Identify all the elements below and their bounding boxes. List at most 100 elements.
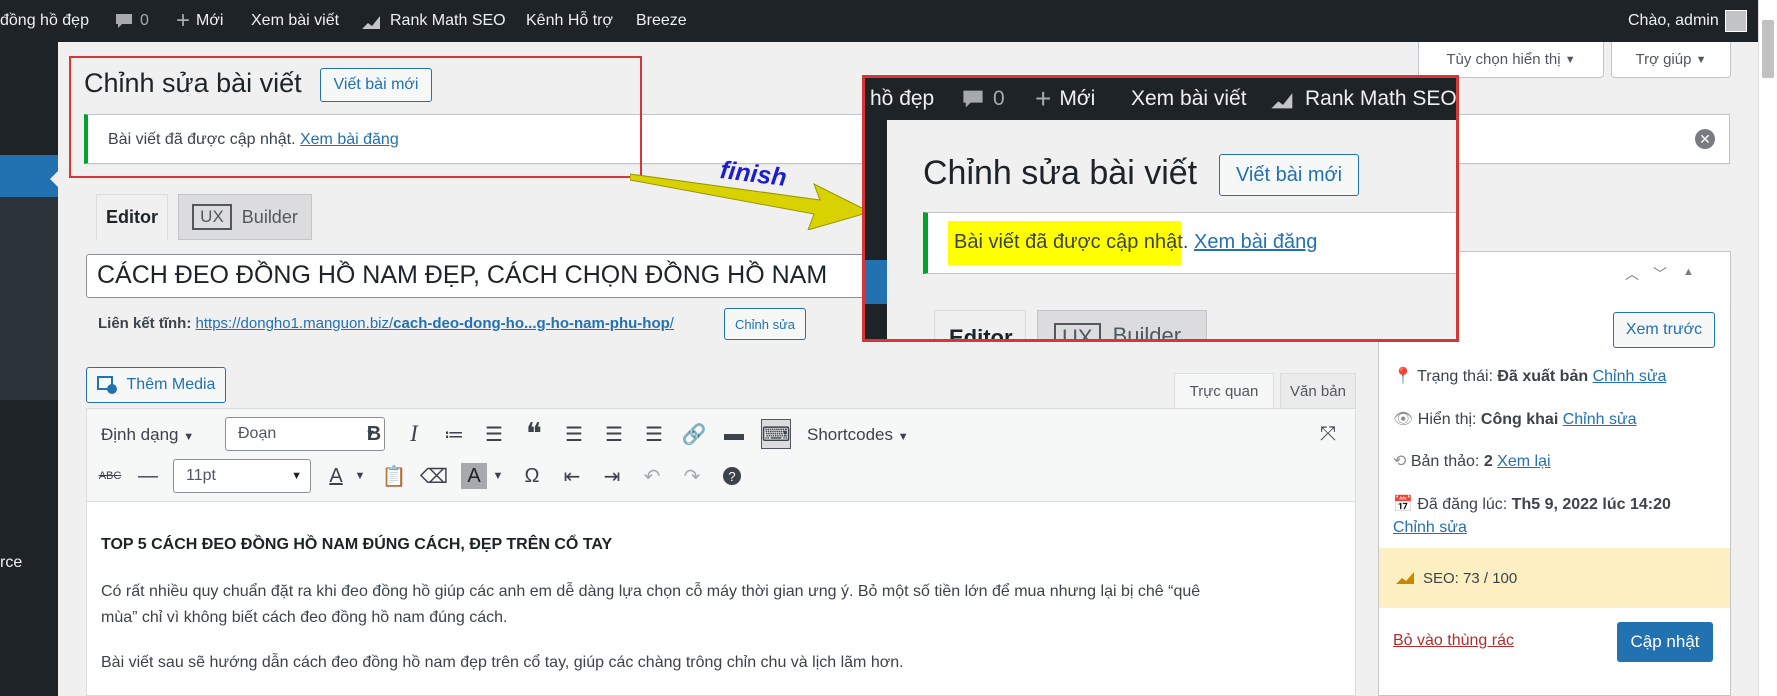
toggle-panel-icon[interactable]: ▲ bbox=[1683, 266, 1694, 278]
published-edit-link[interactable]: Chỉnh sửa bbox=[1393, 519, 1467, 537]
breeze-label: Breeze bbox=[636, 12, 687, 29]
zoom-tab-ux-builder: UX Builder bbox=[1037, 310, 1207, 339]
screen-options-label: Tùy chọn hiển thị bbox=[1446, 51, 1561, 68]
dismiss-icon[interactable]: ✕ bbox=[1695, 129, 1715, 149]
account-menu[interactable]: Chào, admin bbox=[1628, 0, 1747, 42]
blockquote-icon[interactable]: ❝ bbox=[521, 418, 547, 451]
new-label: Mới bbox=[196, 12, 224, 29]
zoom-sidebar bbox=[865, 120, 887, 339]
ux-logo-icon: UX bbox=[192, 204, 232, 230]
font-size-value: 11pt bbox=[186, 467, 216, 484]
view-post-label: Xem bài viết bbox=[251, 12, 340, 29]
permalink-url[interactable]: https://dongho1.manguon.biz/cach-deo-don… bbox=[196, 315, 674, 332]
site-name-link[interactable]: đồng hồ đẹp bbox=[0, 0, 89, 42]
clear-formatting-icon[interactable]: ⌫ bbox=[420, 463, 448, 489]
preview-button[interactable]: Xem trước bbox=[1613, 312, 1715, 348]
permalink-edit-button[interactable]: Chỉnh sửa bbox=[724, 308, 806, 340]
bold-icon[interactable]: B bbox=[361, 421, 387, 447]
zoom-sidebar-active bbox=[865, 260, 887, 304]
caret-down-icon: ▼ bbox=[1564, 53, 1576, 66]
tab-ux-builder[interactable]: UX Builder bbox=[178, 194, 312, 240]
background-color-icon[interactable]: A bbox=[461, 463, 487, 489]
text-color-icon[interactable]: A bbox=[323, 463, 349, 489]
undo-icon[interactable]: ↶ bbox=[639, 463, 665, 489]
permalink-url-suffix: / bbox=[669, 315, 674, 332]
permalink-label: Liên kết tĩnh: bbox=[98, 315, 192, 332]
status-label: Trạng thái: bbox=[1417, 368, 1493, 385]
page-scrollbar[interactable] bbox=[1758, 0, 1777, 696]
seo-score-row[interactable]: SEO: 73 / 100 bbox=[1379, 548, 1730, 608]
tab-text-label: Văn bản bbox=[1290, 382, 1346, 400]
admin-sidebar: rce bbox=[0, 42, 58, 696]
redo-icon[interactable]: ↷ bbox=[679, 463, 705, 489]
trash-link[interactable]: Bỏ vào thùng rác bbox=[1393, 632, 1514, 650]
horizontal-line-icon[interactable]: — bbox=[135, 463, 161, 489]
move-down-icon[interactable]: ﹀ bbox=[1653, 264, 1667, 284]
help-button[interactable]: Trợ giúp ▼ bbox=[1611, 42, 1731, 78]
permalink-url-prefix: https://dongho1.manguon.biz/ bbox=[195, 315, 394, 332]
eye-icon: 👁 bbox=[1393, 411, 1414, 428]
caret-down-icon[interactable]: ▼ bbox=[347, 463, 373, 489]
outdent-icon[interactable]: ⇤ bbox=[559, 463, 585, 489]
tab-builder-label: Builder bbox=[241, 206, 298, 227]
editor-toolbar: Định dạng ▼ Đoạn ▼ B I ≔ ☰ ❝ ☰ ☰ ☰ 🔗 ▬ ⌨ … bbox=[86, 408, 1356, 502]
zoom-new: + Mới bbox=[1035, 78, 1095, 120]
tab-visual-label: Trực quan bbox=[1189, 383, 1259, 400]
help-icon[interactable]: ? bbox=[719, 463, 745, 489]
screen-options-button[interactable]: Tùy chọn hiển thị ▼ bbox=[1418, 42, 1604, 78]
italic-icon[interactable]: I bbox=[401, 421, 427, 447]
published-value: Th5 9, 2022 lúc 14:20 bbox=[1511, 496, 1671, 513]
caret-down-icon[interactable]: ▼ bbox=[485, 463, 511, 489]
visibility-edit-link[interactable]: Chỉnh sửa bbox=[1563, 411, 1637, 428]
indent-icon[interactable]: ⇥ bbox=[599, 463, 625, 489]
revisions-link[interactable]: Xem lại bbox=[1497, 453, 1550, 470]
tab-editor[interactable]: Editor bbox=[96, 194, 168, 240]
zoom-comments: 0 bbox=[961, 78, 1005, 120]
editor-content[interactable]: TOP 5 CÁCH ĐEO ĐỒNG HỒ NAM ĐÚNG CÁCH, ĐẸ… bbox=[86, 502, 1356, 696]
bullet-list-icon[interactable]: ≔ bbox=[441, 421, 467, 447]
move-up-icon[interactable]: ︿ bbox=[1625, 264, 1639, 284]
add-media-label: Thêm Media bbox=[126, 376, 216, 393]
shortcodes-menu[interactable]: Shortcodes ▼ bbox=[807, 425, 909, 445]
zoom-rank-math-label: Rank Math SEO bbox=[1305, 87, 1457, 110]
link-icon[interactable]: 🔗 bbox=[681, 421, 707, 447]
paste-text-icon[interactable]: 📋 bbox=[381, 463, 407, 489]
rank-math-icon bbox=[1271, 93, 1293, 109]
align-left-icon[interactable]: ☰ bbox=[561, 421, 587, 447]
numbered-list-icon[interactable]: ☰ bbox=[481, 421, 507, 447]
font-size-select[interactable]: 11pt ▼ bbox=[173, 459, 311, 493]
seo-score: SEO: 73 / 100 bbox=[1423, 569, 1518, 587]
history-icon: ⟲ bbox=[1393, 453, 1407, 470]
sidebar-item-partial[interactable]: rce bbox=[0, 554, 22, 572]
post-title-text: CÁCH ĐEO ĐỒNG HỒ NAM ĐẸP, CÁCH CHỌN ĐỒNG… bbox=[97, 261, 828, 289]
view-post-link[interactable]: Xem bài viết bbox=[251, 0, 339, 42]
toolbar-toggle-icon[interactable]: ⌨ bbox=[761, 419, 791, 449]
visibility-value: Công khai bbox=[1480, 411, 1559, 428]
breeze-link[interactable]: Breeze bbox=[636, 0, 687, 42]
support-link[interactable]: Kênh Hỗ trợ bbox=[526, 0, 613, 42]
zoom-ux-logo-icon: UX bbox=[1054, 323, 1101, 339]
tab-text[interactable]: Văn bản bbox=[1280, 373, 1356, 409]
fullscreen-icon[interactable]: ⤧ bbox=[1315, 421, 1341, 447]
zoom-inset: hồ đẹp 0 + Mới Xem bài viết Rank Math SEO… bbox=[862, 75, 1459, 342]
caret-down-icon: ▼ bbox=[291, 470, 302, 482]
zoom-page-title: Chỉnh sửa bài viết bbox=[923, 154, 1198, 192]
zoom-site-name: hồ đẹp bbox=[870, 87, 935, 110]
special-character-icon[interactable]: Ω bbox=[519, 463, 545, 489]
tab-visual[interactable]: Trực quan bbox=[1174, 373, 1274, 409]
read-more-icon[interactable]: ▬ bbox=[721, 421, 747, 447]
strikethrough-icon[interactable]: ABC bbox=[97, 463, 123, 489]
new-content-link[interactable]: + Mới bbox=[176, 0, 223, 42]
align-right-icon[interactable]: ☰ bbox=[641, 421, 667, 447]
add-media-button[interactable]: Thêm Media bbox=[86, 367, 226, 403]
status-edit-link[interactable]: Chỉnh sửa bbox=[1593, 368, 1667, 385]
rank-math-link[interactable]: Rank Math SEO bbox=[360, 0, 506, 42]
status-value: Đã xuất bản bbox=[1497, 368, 1589, 385]
update-button[interactable]: Cập nhật bbox=[1617, 622, 1713, 662]
format-menu[interactable]: Định dạng ▼ bbox=[101, 425, 194, 445]
scrollbar-thumb[interactable] bbox=[1762, 20, 1774, 78]
align-center-icon[interactable]: ☰ bbox=[601, 421, 627, 447]
support-label: Kênh Hỗ trợ bbox=[526, 12, 613, 29]
zoom-tab-editor: Editor bbox=[934, 310, 1026, 339]
comments-link[interactable]: 0 bbox=[114, 0, 149, 42]
